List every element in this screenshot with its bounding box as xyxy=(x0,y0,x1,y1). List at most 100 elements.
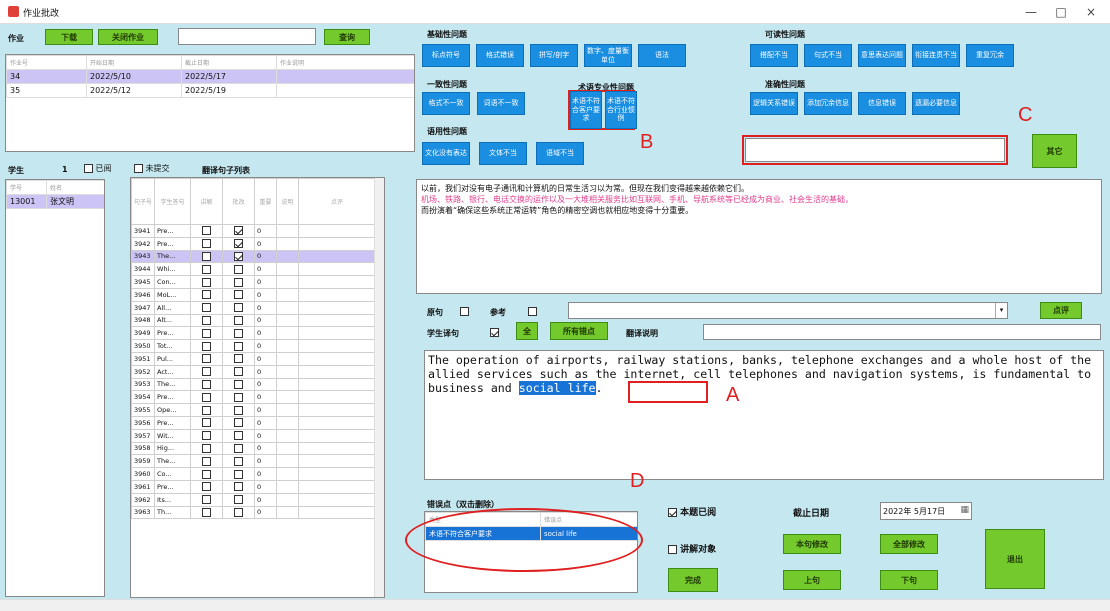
maximize-button[interactable]: □ xyxy=(1050,3,1072,21)
error-type-button[interactable]: 格式不一致 xyxy=(422,92,470,115)
graded-checkbox[interactable] xyxy=(234,431,244,441)
error-type-button[interactable]: 衔接连贯不当 xyxy=(912,44,960,67)
error-type-button[interactable]: 逻辑关系错误 xyxy=(750,92,798,115)
explain-checkbox[interactable] xyxy=(202,367,212,377)
translation-note-input[interactable] xyxy=(703,324,1101,340)
modify-all-button[interactable]: 全部修改 xyxy=(880,534,938,554)
unsubmitted-filter[interactable]: 未提交 xyxy=(134,163,170,174)
table-row[interactable]: 3943 The... 0 xyxy=(131,249,376,264)
error-type-button[interactable]: 语法 xyxy=(638,44,686,67)
table-row[interactable]: 3954 Pre... 0 xyxy=(131,390,376,405)
error-type-button[interactable]: 句式不当 xyxy=(804,44,852,67)
homework-search-input[interactable] xyxy=(178,28,316,45)
error-type-button[interactable]: 词语不一致 xyxy=(477,92,525,115)
graded-checkbox[interactable] xyxy=(234,367,244,377)
previous-sentence-button[interactable]: 上句 xyxy=(783,570,841,590)
explain-checkbox[interactable] xyxy=(202,495,212,505)
explain-checkbox[interactable] xyxy=(202,443,212,453)
table-row[interactable]: 3960 Co... 0 xyxy=(131,467,376,481)
explain-checkbox[interactable] xyxy=(202,431,212,441)
close-button[interactable]: × xyxy=(1080,3,1102,21)
table-row[interactable]: 35 2022/5/12 2022/5/19 xyxy=(6,83,414,98)
error-type-button[interactable]: 文体不当 xyxy=(479,142,527,165)
graded-checkbox[interactable] xyxy=(234,392,244,402)
original-select[interactable]: ▾ xyxy=(568,302,1008,319)
graded-checkbox[interactable] xyxy=(234,495,244,505)
explain-checkbox[interactable] xyxy=(202,239,212,249)
table-row[interactable]: 3941 Pre... 0 xyxy=(131,224,376,238)
table-row[interactable]: 3959 The... 0 xyxy=(131,454,376,469)
table-row[interactable]: 3942 Pre... 0 xyxy=(131,236,376,251)
graded-checkbox[interactable] xyxy=(234,507,244,517)
table-row[interactable]: 3962 Its... 0 xyxy=(131,492,376,507)
error-type-button[interactable]: 拼写/剖字 xyxy=(530,44,578,67)
table-row[interactable]: 3952 Act... 0 xyxy=(131,364,376,379)
graded-checkbox[interactable] xyxy=(234,456,244,466)
sentence-table[interactable]: 句子号 学生答句 讲解 批改 重要 说明 点评 3941 Pre... 0 3942 P… xyxy=(130,177,385,598)
error-type-button[interactable]: 意思表达问题 xyxy=(858,44,906,67)
explain-checkbox[interactable] xyxy=(202,290,212,300)
query-button[interactable]: 查询 xyxy=(324,29,370,45)
source-text-panel[interactable]: 以前，我们对没有电子通讯和计算机的日常生活习以为常。但现在我们变得越来越依赖它们… xyxy=(416,179,1102,294)
table-row[interactable]: 3953 The... 0 xyxy=(131,377,376,392)
original-checkbox[interactable] xyxy=(460,307,469,316)
other-issue-button[interactable]: 其它 xyxy=(1032,134,1077,168)
review-button[interactable]: 点评 xyxy=(1040,302,1082,319)
explain-checkbox[interactable] xyxy=(202,226,212,236)
explain-checkbox[interactable] xyxy=(202,328,212,338)
table-row[interactable]: 3944 Whi... 0 xyxy=(131,262,376,277)
graded-checkbox[interactable] xyxy=(234,469,244,479)
graded-checkbox[interactable] xyxy=(234,379,244,389)
error-type-button[interactable]: 重复冗余 xyxy=(966,44,1014,67)
graded-checkbox[interactable] xyxy=(234,443,244,453)
table-row[interactable]: 3947 All... 0 xyxy=(131,300,376,315)
select-all-button[interactable]: 全 xyxy=(516,322,538,340)
explain-checkbox[interactable] xyxy=(202,379,212,389)
graded-checkbox[interactable] xyxy=(234,290,244,300)
student-translation-text[interactable]: The operation of airports, railway stati… xyxy=(424,350,1104,480)
close-homework-button[interactable]: 关闭作业 xyxy=(98,29,158,45)
explain-checkbox[interactable] xyxy=(202,482,212,492)
exit-button[interactable]: 退出 xyxy=(985,529,1045,589)
error-type-button[interactable]: 信息错误 xyxy=(858,92,906,115)
horizontal-scrollbar[interactable] xyxy=(0,599,1110,611)
explain-checkbox[interactable] xyxy=(202,405,212,415)
error-type-button[interactable]: 搭配不当 xyxy=(750,44,798,67)
graded-checkbox[interactable] xyxy=(234,482,244,492)
explain-checkbox[interactable] xyxy=(202,303,212,313)
table-row[interactable]: 3958 Hig... 0 xyxy=(131,441,376,456)
all-errors-button[interactable]: 所有错点 xyxy=(550,322,608,340)
error-type-button[interactable]: 术语不符合行业惯例 xyxy=(605,91,637,129)
error-type-button[interactable]: 格式错误 xyxy=(476,44,524,67)
explain-checkbox[interactable] xyxy=(202,251,212,261)
error-type-button[interactable]: 术语不符合客户要求 xyxy=(570,91,602,129)
download-button[interactable]: 下载 xyxy=(45,29,93,45)
question-viewed[interactable]: 本题已阅 xyxy=(668,505,716,518)
student-translation-checkbox[interactable] xyxy=(490,328,499,337)
table-row[interactable]: 13001 张文明 xyxy=(6,194,104,209)
table-row[interactable]: 3945 Con... 0 xyxy=(131,275,376,289)
graded-checkbox[interactable] xyxy=(234,354,244,364)
graded-checkbox[interactable] xyxy=(234,303,244,313)
minimize-button[interactable]: — xyxy=(1020,3,1042,21)
explain-checkbox[interactable] xyxy=(202,507,212,517)
table-row[interactable]: 3957 Wit... 0 xyxy=(131,428,376,443)
explain-checkbox[interactable] xyxy=(202,315,212,325)
explain-checkbox[interactable] xyxy=(202,469,212,479)
table-row[interactable]: 3946 MoL... 0 xyxy=(131,287,376,302)
deadline-date-picker[interactable]: 2022年 5月17日 ▦ xyxy=(880,502,972,520)
table-row[interactable]: 3963 Th... 0 xyxy=(131,505,376,520)
error-type-button[interactable]: 遗漏必要信息 xyxy=(912,92,960,115)
viewed-filter[interactable]: 已阅 xyxy=(84,163,112,174)
table-row[interactable]: 3951 Pul... 0 xyxy=(131,351,376,366)
graded-checkbox[interactable] xyxy=(234,405,244,415)
modify-sentence-button[interactable]: 本句修改 xyxy=(783,534,841,554)
graded-checkbox[interactable] xyxy=(234,239,244,249)
table-row[interactable]: 3948 Alt... 0 xyxy=(131,313,376,328)
sentence-scrollbar[interactable] xyxy=(374,178,384,597)
graded-checkbox[interactable] xyxy=(234,315,244,325)
reference-checkbox[interactable] xyxy=(528,307,537,316)
table-row[interactable]: 3949 Pre... 0 xyxy=(131,326,376,341)
explain-object[interactable]: 讲解对象 xyxy=(668,542,716,555)
done-button[interactable]: 完成 xyxy=(668,568,718,592)
